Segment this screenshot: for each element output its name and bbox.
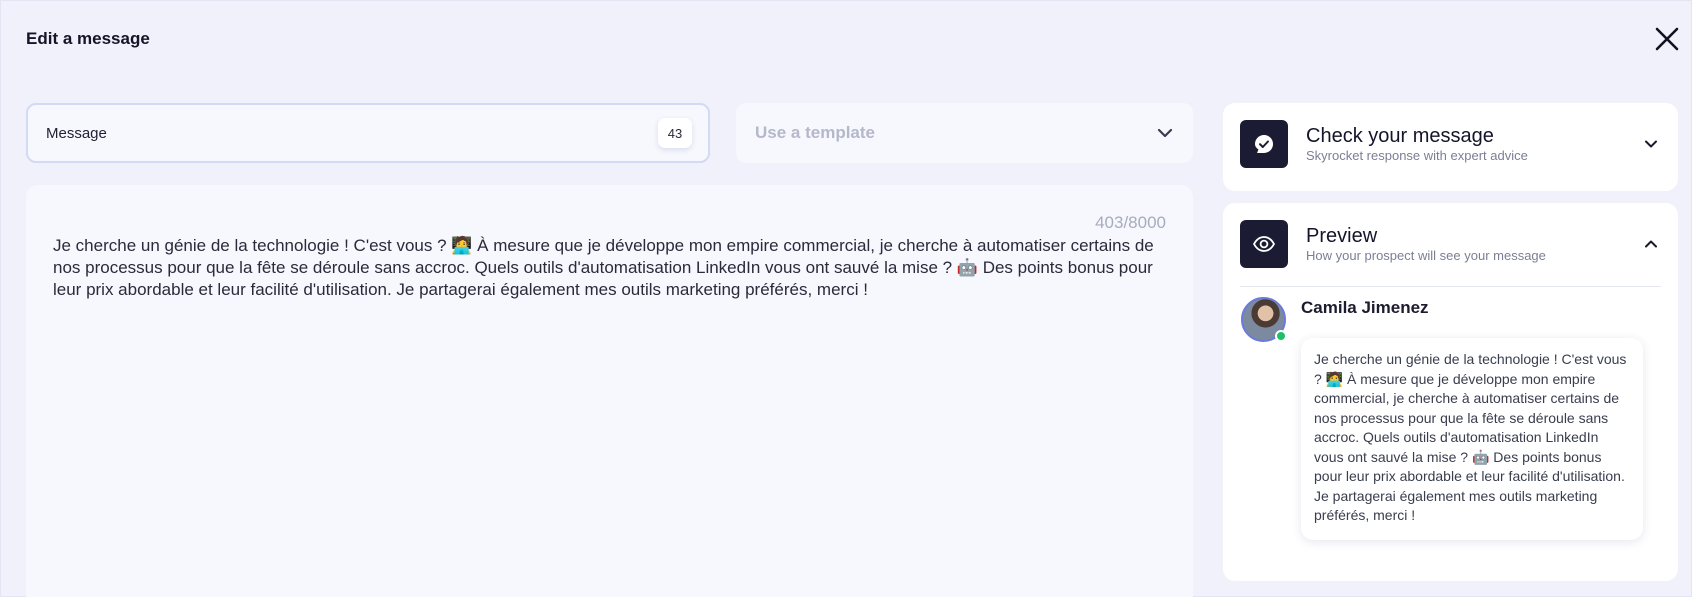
message-body-textarea[interactable]: Je cherche un génie de la technologie ! …: [53, 235, 1168, 301]
check-message-title: Check your message: [1306, 125, 1494, 147]
template-select[interactable]: Use a template: [736, 103, 1193, 163]
rocket-check-icon: [1240, 120, 1288, 168]
close-button[interactable]: [1651, 23, 1683, 55]
close-icon: [1655, 27, 1679, 51]
check-message-subtitle: Skyrocket response with expert advice: [1306, 148, 1528, 163]
eye-icon: [1240, 220, 1288, 268]
edit-message-modal: Edit a message 43 Use a template 403/800…: [0, 0, 1692, 597]
check-message-header[interactable]: Check your message Skyrocket response wi…: [1240, 120, 1661, 168]
chevron-up-icon[interactable]: [1641, 234, 1661, 254]
preview-title: Preview: [1306, 225, 1378, 247]
chevron-down-icon[interactable]: [1641, 134, 1661, 154]
name-length-badge: 43: [658, 118, 692, 148]
character-counter: 403/8000: [1095, 213, 1166, 232]
preview-header[interactable]: Preview How your prospect will see your …: [1240, 220, 1661, 268]
online-status-dot: [1275, 330, 1287, 342]
preview-subtitle: How your prospect will see your message: [1306, 248, 1546, 263]
message-preview-bubble: Je cherche un génie de la technologie ! …: [1301, 338, 1643, 540]
preview-card: Preview How your prospect will see your …: [1223, 203, 1678, 581]
preview-divider: [1240, 286, 1661, 287]
message-name-field[interactable]: 43: [26, 103, 710, 163]
chevron-down-icon: [1157, 128, 1173, 138]
message-editor[interactable]: 403/8000 Je cherche un génie de la techn…: [26, 185, 1193, 597]
message-name-input[interactable]: [46, 124, 690, 142]
modal-title: Edit a message: [26, 29, 150, 48]
contact-name: Camila Jimenez: [1301, 298, 1429, 317]
template-select-placeholder: Use a template: [755, 123, 875, 142]
check-message-card: Check your message Skyrocket response wi…: [1223, 103, 1678, 191]
